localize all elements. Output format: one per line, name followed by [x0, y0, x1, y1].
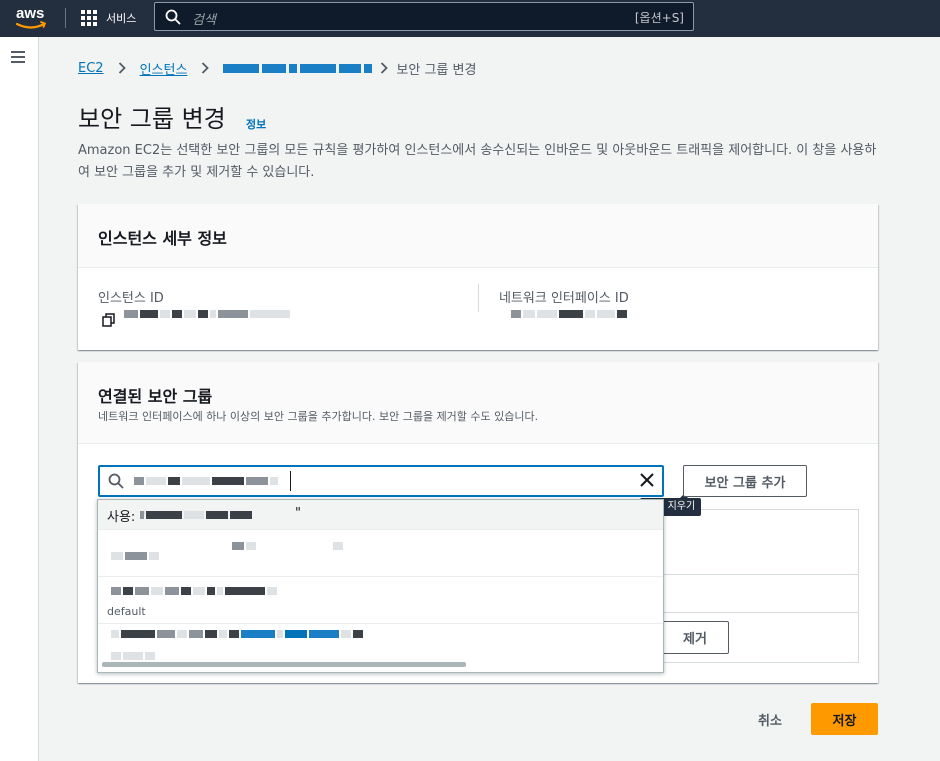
- breadcrumb: EC2 인스턴스 보안 그룹 변경: [78, 59, 477, 78]
- aws-smile-icon: [15, 21, 47, 29]
- default-vpc-tag: default: [107, 605, 146, 618]
- chevron-right-icon: [118, 62, 126, 74]
- use-option-suffix: ": [295, 506, 301, 521]
- column-divider: [478, 284, 479, 312]
- instance-id-value-redacted: [124, 310, 290, 318]
- global-search-input[interactable]: 검색 [옵션+S]: [154, 2, 694, 31]
- breadcrumb-current: 보안 그룹 변경: [396, 62, 477, 78]
- security-groups-heading: 연결된 보안 그룹: [98, 387, 213, 406]
- network-interface-id-label: 네트워크 인터페이스 ID: [499, 291, 629, 306]
- chevron-right-icon: [381, 62, 389, 74]
- copy-icon[interactable]: [102, 313, 116, 327]
- clear-selection-icon[interactable]: [640, 473, 654, 487]
- instance-details-panel: 인스턴스 세부 정보 인스턴스 ID 네트워크 인터페이스 ID: [78, 204, 878, 350]
- cancel-button[interactable]: 취소: [746, 703, 794, 735]
- search-icon: [108, 473, 124, 489]
- security-group-suggestions: 사용: " " default: [97, 499, 664, 673]
- remove-button[interactable]: 제거: [661, 621, 729, 654]
- use-option-value-redacted: [140, 511, 252, 519]
- search-shortcut-hint: [옵션+S]: [634, 11, 684, 25]
- top-navigation: aws 서비스 검색 [옵션+S]: [0, 0, 940, 37]
- instance-id-label: 인스턴스 ID: [98, 291, 164, 306]
- add-security-group-button[interactable]: 보안 그룹 추가: [683, 465, 807, 497]
- services-menu-label[interactable]: 서비스: [106, 10, 136, 26]
- services-grid-icon[interactable]: [81, 10, 97, 26]
- chevron-right-icon: [202, 62, 210, 74]
- instance-details-heading: 인스턴스 세부 정보: [98, 229, 227, 248]
- security-groups-subtitle: 네트워크 인터페이스에 하나 이상의 보안 그룹을 추가합니다. 보안 그룹을 …: [98, 410, 539, 423]
- use-custom-value-option[interactable]: 사용: " ": [98, 500, 663, 529]
- aws-logo[interactable]: aws: [14, 5, 50, 31]
- panel-header: 인스턴스 세부 정보: [78, 204, 878, 268]
- security-group-search-input[interactable]: [98, 465, 664, 497]
- breadcrumb-ec2[interactable]: EC2: [78, 61, 104, 76]
- search-query-redacted: [134, 477, 278, 485]
- panel-header: 연결된 보안 그룹 네트워크 인터페이스에 하나 이상의 보안 그룹을 추가합니…: [78, 362, 878, 444]
- save-button[interactable]: 저장: [811, 703, 878, 735]
- menu-toggle-icon[interactable]: [11, 51, 25, 63]
- side-navigation-collapsed: [0, 37, 39, 761]
- search-icon: [165, 9, 181, 25]
- page-title: 보안 그룹 변경: [78, 105, 226, 133]
- breadcrumb-instance-redacted[interactable]: [223, 63, 373, 73]
- breadcrumb-instances[interactable]: 인스턴스: [140, 59, 188, 78]
- network-interface-id-value-redacted: [511, 310, 627, 318]
- text-cursor: [290, 471, 291, 491]
- nav-separator: [65, 8, 66, 28]
- suggestion-item[interactable]: default: [98, 576, 663, 623]
- page-description: Amazon EC2는 선택한 보안 그룹의 모든 규칙을 평가하여 인스턴스에…: [78, 143, 877, 180]
- suggestion-item[interactable]: [98, 529, 663, 576]
- horizontal-scrollbar[interactable]: [102, 662, 466, 667]
- search-placeholder: 검색: [192, 13, 216, 28]
- info-link[interactable]: 정보: [246, 116, 266, 132]
